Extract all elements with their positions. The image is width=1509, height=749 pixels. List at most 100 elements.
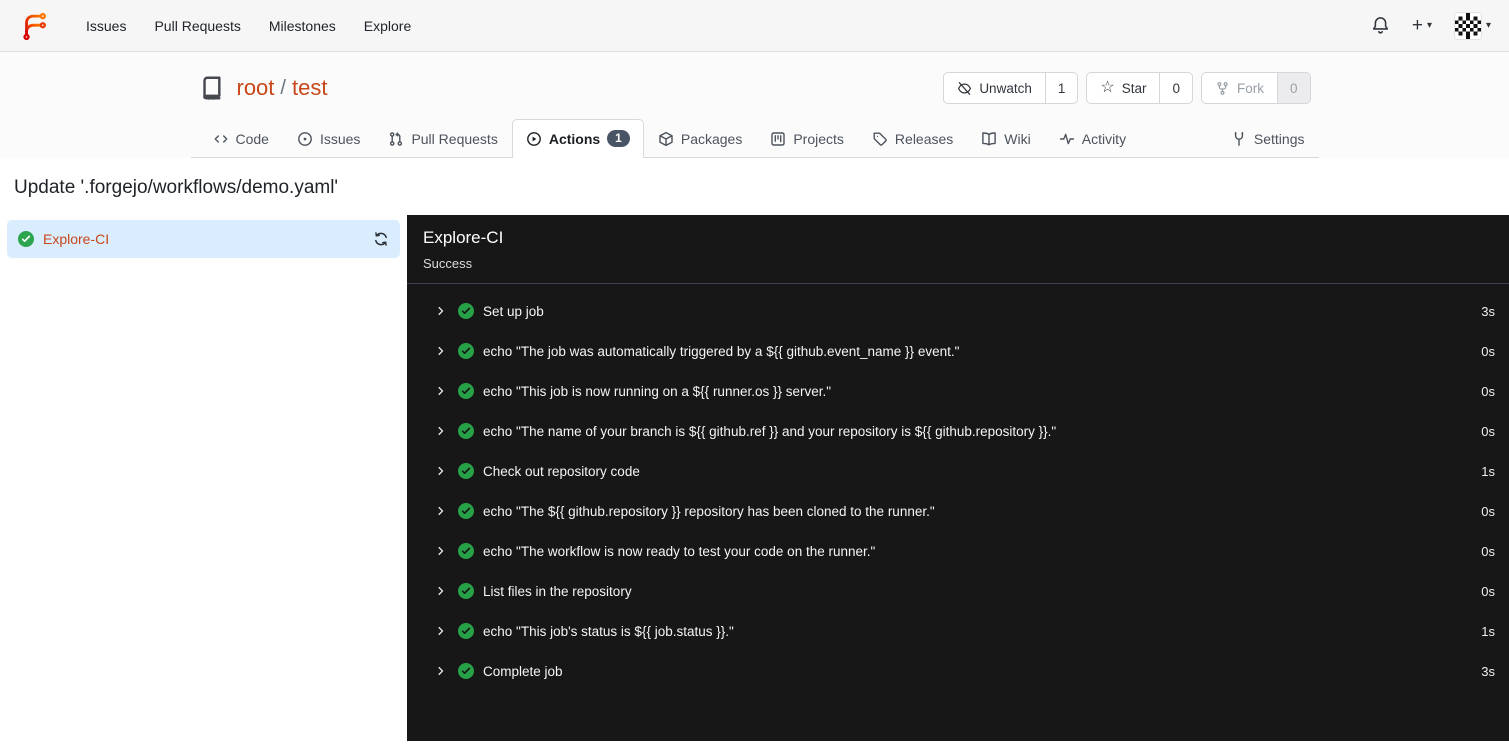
- step-row[interactable]: Complete job 3s: [407, 651, 1509, 691]
- caret-down-icon: ▾: [1485, 20, 1491, 31]
- step-success-icon: [458, 343, 474, 359]
- step-row[interactable]: echo "The workflow is now ready to test …: [407, 531, 1509, 571]
- step-duration: 0s: [1481, 383, 1495, 399]
- step-duration: 0s: [1481, 503, 1495, 519]
- tab-packages[interactable]: Packages: [644, 120, 756, 158]
- star-button[interactable]: ☆ Star: [1087, 73, 1159, 103]
- step-success-icon: [458, 623, 474, 639]
- step-name: Check out repository code: [483, 463, 640, 479]
- chevron-right-icon: [435, 665, 447, 677]
- tab-projects[interactable]: Projects: [756, 120, 858, 158]
- step-row[interactable]: List files in the repository 0s: [407, 571, 1509, 611]
- step-row[interactable]: echo "This job's status is ${{ job.statu…: [407, 611, 1509, 651]
- repo-name-link[interactable]: test: [292, 75, 327, 101]
- chevron-right-icon: [435, 305, 447, 317]
- actions-count-badge: 1: [607, 130, 630, 147]
- chevron-right-icon: [435, 505, 447, 517]
- step-success-icon: [458, 383, 474, 399]
- caret-down-icon: ▾: [1426, 20, 1432, 31]
- create-new-button[interactable]: + ▾: [1412, 16, 1432, 35]
- fork-button[interactable]: Fork: [1202, 73, 1277, 103]
- tag-icon: [873, 132, 887, 146]
- repo-header: root / test Unwatch 1 ☆ Star 0 Fork 0 Co…: [0, 52, 1509, 158]
- code-icon: [214, 135, 227, 143]
- step-success-icon: [458, 543, 474, 559]
- star-button-group: ☆ Star 0: [1086, 72, 1193, 104]
- eye-slash-icon: [958, 81, 972, 95]
- tab-label: Projects: [793, 131, 844, 147]
- step-name: echo "The job was automatically triggere…: [483, 343, 960, 359]
- sidebar-job-explore-ci[interactable]: Explore-CI: [7, 220, 400, 258]
- user-menu-button[interactable]: ▾: [1453, 11, 1491, 40]
- repo-owner-link[interactable]: root: [237, 75, 275, 101]
- top-navbar: Issues Pull Requests Milestones Explore …: [0, 0, 1509, 52]
- step-row[interactable]: Set up job 3s: [407, 291, 1509, 331]
- fork-button-group: Fork 0: [1200, 72, 1311, 104]
- run-title-section: Update '.forgejo/workflows/demo.yaml': [0, 158, 1509, 215]
- chevron-right-icon: [435, 545, 447, 557]
- tab-pull-requests[interactable]: Pull Requests: [374, 120, 511, 158]
- tab-issues[interactable]: Issues: [283, 120, 374, 158]
- unwatch-label: Unwatch: [979, 80, 1032, 96]
- tab-label: Wiki: [1004, 131, 1031, 147]
- wiki-book-icon: [982, 132, 997, 146]
- tab-wiki[interactable]: Wiki: [967, 120, 1044, 158]
- nav-item-explore[interactable]: Explore: [350, 8, 425, 44]
- step-row[interactable]: echo "The name of your branch is ${{ git…: [407, 411, 1509, 451]
- plus-icon: +: [1411, 15, 1423, 36]
- nav-item-milestones[interactable]: Milestones: [255, 8, 350, 44]
- git-pull-request-icon: [390, 132, 403, 146]
- tab-label: Pull Requests: [411, 131, 498, 147]
- star-icon: ☆: [1100, 79, 1115, 96]
- step-name: echo "The ${{ github.repository }} repos…: [483, 503, 935, 519]
- step-row[interactable]: Check out repository code 1s: [407, 451, 1509, 491]
- tab-code[interactable]: Code: [199, 120, 283, 158]
- step-duration: 0s: [1481, 543, 1495, 559]
- project-board-icon: [771, 132, 786, 146]
- tab-releases[interactable]: Releases: [858, 120, 967, 158]
- watchers-count[interactable]: 1: [1044, 73, 1078, 103]
- tab-activity[interactable]: Activity: [1045, 120, 1140, 158]
- step-row[interactable]: echo "The ${{ github.repository }} repos…: [407, 491, 1509, 531]
- tab-actions[interactable]: Actions 1: [511, 119, 644, 158]
- step-success-icon: [458, 463, 474, 479]
- pulse-icon: [1059, 133, 1074, 145]
- log-panel-header: Explore-CI Success: [407, 215, 1509, 284]
- step-success-icon: [458, 303, 474, 319]
- settings-tools-icon: [1234, 132, 1244, 146]
- user-avatar: [1453, 11, 1482, 40]
- nav-item-pull-requests[interactable]: Pull Requests: [140, 8, 254, 44]
- step-name: echo "The workflow is now ready to test …: [483, 543, 876, 559]
- notifications-bell-icon[interactable]: [1371, 16, 1390, 35]
- refresh-icon[interactable]: [373, 231, 389, 247]
- fork-icon: [1217, 81, 1228, 95]
- step-name: echo "This job's status is ${{ job.statu…: [483, 623, 734, 639]
- unwatch-button[interactable]: Unwatch: [944, 73, 1045, 103]
- tab-settings[interactable]: Settings: [1217, 120, 1319, 158]
- steps-list: Set up job 3s echo "The job was automati…: [407, 284, 1509, 691]
- step-duration: 1s: [1481, 463, 1495, 479]
- chevron-right-icon: [435, 425, 447, 437]
- step-row[interactable]: echo "The job was automatically triggere…: [407, 331, 1509, 371]
- jobs-sidebar: Explore-CI: [0, 215, 407, 741]
- tab-label: Issues: [319, 131, 361, 147]
- step-success-icon: [458, 503, 474, 519]
- stars-count[interactable]: 0: [1159, 73, 1192, 103]
- chevron-right-icon: [435, 465, 447, 477]
- nav-item-issues[interactable]: Issues: [72, 8, 140, 44]
- step-duration: 3s: [1481, 303, 1495, 319]
- chevron-right-icon: [435, 625, 447, 637]
- step-duration: 0s: [1481, 343, 1495, 359]
- step-name: Complete job: [483, 663, 563, 679]
- step-row[interactable]: echo "This job is now running on a ${{ r…: [407, 371, 1509, 411]
- step-success-icon: [458, 663, 474, 679]
- star-label: Star: [1121, 80, 1147, 96]
- job-title: Explore-CI: [423, 228, 504, 247]
- tab-label: Code: [235, 131, 269, 147]
- step-duration: 1s: [1481, 623, 1495, 639]
- log-panel: Explore-CI Success Set up job 3s echo "T…: [407, 215, 1509, 741]
- forgejo-logo-icon[interactable]: [18, 10, 50, 42]
- navbar-links: Issues Pull Requests Milestones Explore: [72, 8, 425, 44]
- repo-tabs: Code Issues Pull Requests Actions 1 Pack…: [191, 118, 1319, 158]
- step-name: echo "This job is now running on a ${{ r…: [483, 383, 832, 399]
